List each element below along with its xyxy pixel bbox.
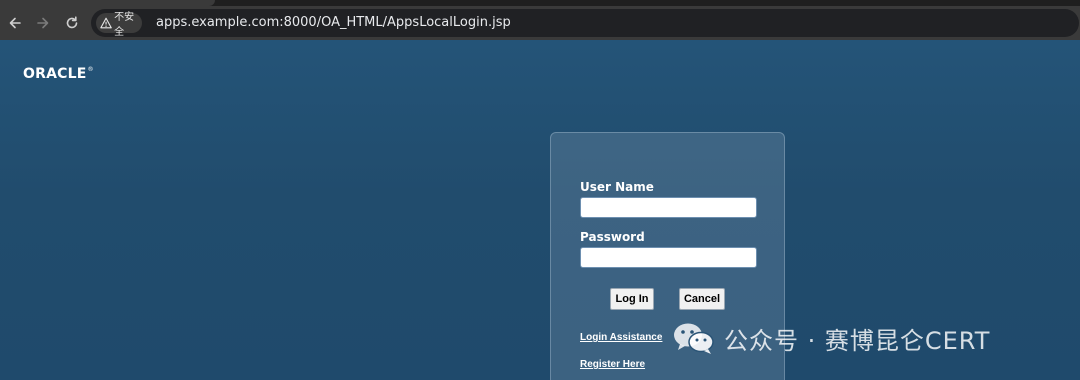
password-label: Password <box>580 230 645 244</box>
arrow-right-icon <box>37 17 49 29</box>
browser-toolbar: 不安全 apps.example.com:8000/OA_HTML/AppsLo… <box>0 6 1080 40</box>
oracle-logo: ORACLE® <box>23 66 94 82</box>
wechat-watermark: 公众号 · 赛博昆仑CERT <box>672 320 990 356</box>
arrow-left-icon <box>9 17 21 29</box>
login-button[interactable]: Log In <box>610 288 654 310</box>
url-text[interactable]: apps.example.com:8000/OA_HTML/AppsLocalL… <box>156 15 511 30</box>
security-chip-label: 不安全 <box>114 12 135 38</box>
register-link[interactable]: Register Here <box>580 359 645 370</box>
registered-mark: ® <box>87 66 94 73</box>
wechat-icon <box>674 323 714 354</box>
warning-triangle-icon <box>100 17 112 29</box>
reload-button[interactable] <box>61 12 83 34</box>
forward-button[interactable] <box>32 12 54 34</box>
back-button[interactable] <box>4 12 26 34</box>
reload-icon <box>66 16 78 29</box>
watermark-text: 公众号 · 赛博昆仑CERT <box>724 326 991 355</box>
address-bar[interactable]: 不安全 apps.example.com:8000/OA_HTML/AppsLo… <box>91 9 1079 38</box>
username-label: User Name <box>580 180 654 194</box>
logo-wordmark: ORACLE <box>23 66 87 82</box>
username-input[interactable] <box>580 197 757 218</box>
login-assistance-link[interactable]: Login Assistance <box>580 332 662 343</box>
cancel-button[interactable]: Cancel <box>679 288 725 310</box>
security-indicator[interactable]: 不安全 <box>96 12 142 38</box>
password-input[interactable] <box>580 247 757 268</box>
